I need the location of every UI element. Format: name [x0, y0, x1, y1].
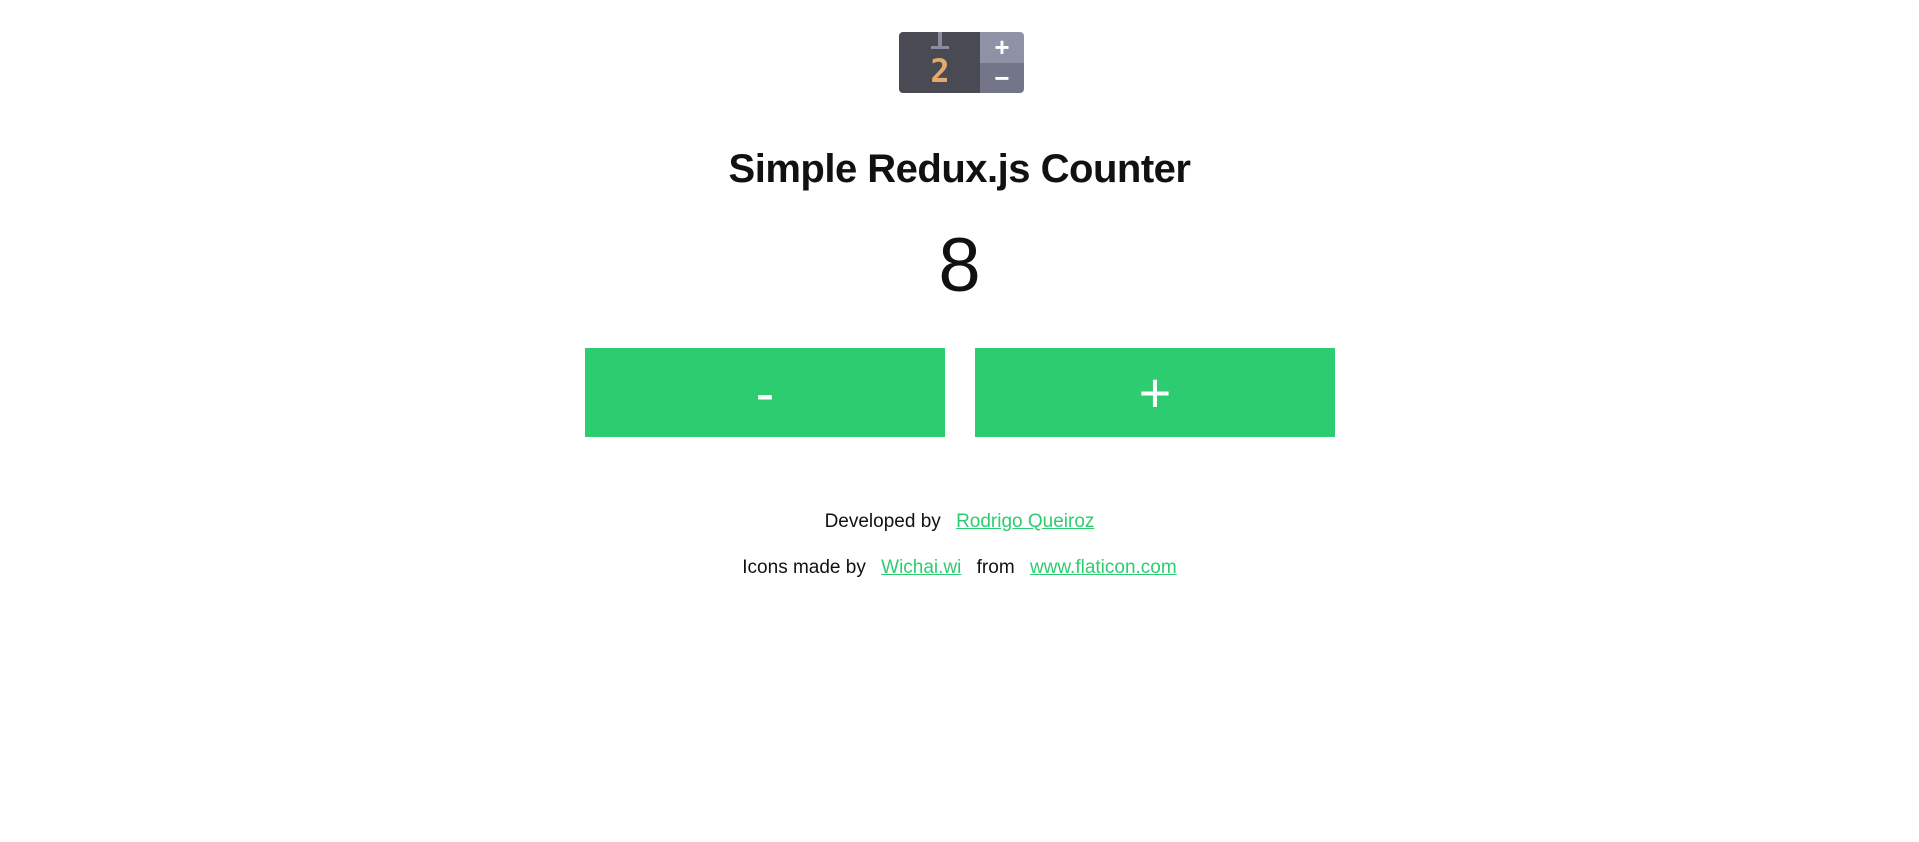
page-title: Simple Redux.js Counter: [728, 147, 1191, 191]
logo-digit: 2: [930, 52, 950, 90]
increment-button[interactable]: +: [975, 348, 1335, 437]
from-label: from: [976, 557, 1015, 578]
app-logo-icon: 2 + −: [899, 32, 1024, 93]
icons-author-link[interactable]: Wichai.wi: [881, 557, 961, 578]
logo-controls-panel: + −: [980, 32, 1024, 93]
counter-value: 8: [938, 223, 981, 308]
icons-credit: Icons made by Wichai.wi from www.flatico…: [0, 557, 1919, 579]
logo-plus-icon: +: [980, 32, 1024, 63]
logo-minus-icon: −: [980, 62, 1024, 93]
logo-counter-panel: 2: [899, 32, 980, 93]
icons-made-by-label: Icons made by: [742, 557, 866, 578]
decrement-button[interactable]: -: [585, 348, 945, 437]
logo-tick-base: [931, 46, 949, 49]
developed-by-label: Developed by: [824, 511, 941, 532]
developer-credit: Developed by Rodrigo Queiroz: [0, 511, 1919, 533]
developer-link[interactable]: Rodrigo Queiroz: [956, 511, 1094, 532]
flaticon-link[interactable]: www.flaticon.com: [1030, 557, 1177, 578]
